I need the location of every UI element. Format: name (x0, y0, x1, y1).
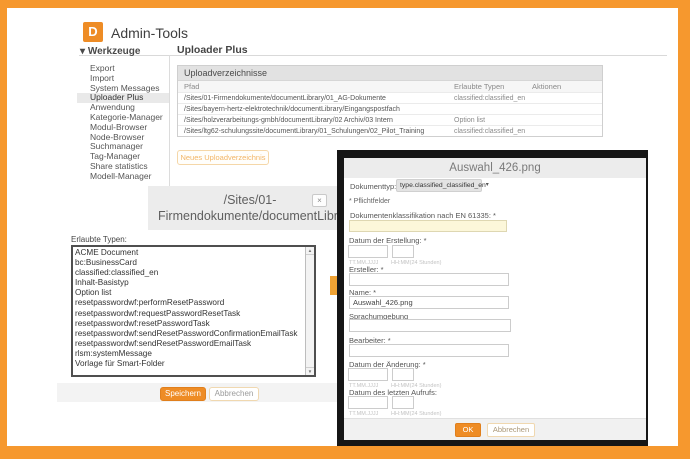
cell-aktionen (526, 115, 602, 125)
modified-time-input[interactable] (392, 368, 414, 381)
type-option[interactable]: classified:classified_en (75, 268, 303, 278)
table-row[interactable]: /Sites/bayern-hertz-elektrotechnik/docum… (178, 103, 602, 114)
cancel-button[interactable]: Abbrechen (487, 423, 535, 437)
date-format-hint: TT.MM.JJJJ (349, 411, 378, 417)
cell-erlaubte-typen (448, 104, 526, 114)
creator-input[interactable] (349, 273, 509, 286)
editor-input[interactable] (349, 344, 509, 357)
cell-erlaubte-typen: classified:classified_en (448, 93, 526, 103)
table-row[interactable]: /Sites/01-Firmendokumente/documentLibrar… (178, 92, 602, 103)
type-option[interactable]: resetpasswordwf:performResetPassword (75, 298, 303, 308)
cell-aktionen (526, 93, 602, 103)
sidebar-section-werkzeuge[interactable]: ▾ Werkzeuge (80, 46, 140, 57)
name-input[interactable] (349, 296, 509, 309)
document-type-label: Dokumenttyp: (350, 182, 396, 191)
dialog-title: Auswahl_426.png (344, 158, 646, 178)
last-access-date-input[interactable] (348, 396, 388, 409)
document-type-value: type.classified_classified_en (400, 180, 486, 191)
classification-input[interactable] (349, 220, 507, 232)
type-option[interactable]: Vorlage für Smart-Folder (75, 359, 303, 369)
app-logo: D (83, 22, 103, 42)
metadata-dialog-backdrop: Auswahl_426.png Dokumenttyp: type.classi… (337, 150, 648, 446)
column-header-pfad: Pfad (178, 81, 448, 92)
creation-date-input[interactable] (348, 245, 388, 258)
classification-label: Dokumentenklassifikation nach EN 61335: … (350, 211, 496, 220)
cell-erlaubte-typen: Option list (448, 115, 526, 125)
close-icon[interactable]: × (312, 194, 327, 207)
cell-erlaubte-typen: classified:classified_en (448, 126, 526, 136)
sidebar-section-label: Werkzeuge (88, 46, 141, 57)
type-option[interactable]: resetpasswordwf:sendResetPasswordConfirm… (75, 329, 303, 339)
type-option[interactable]: Inhalt-Basistyp (75, 278, 303, 288)
type-option[interactable]: ACME Document (75, 248, 303, 258)
creation-date-label: Datum der Erstellung: * (349, 236, 427, 245)
column-header-erlaubte-typen: Erlaubte Typen (448, 81, 526, 92)
column-header-aktionen: Aktionen (526, 81, 602, 92)
admin-tools-page: D Admin-Tools ▾ Werkzeuge Export Import … (7, 8, 678, 446)
chevron-down-icon: ▾ (486, 180, 489, 191)
type-option[interactable]: resetpasswordwf:requestPasswordResetTask (75, 309, 303, 319)
type-option[interactable]: bc:BusinessCard (75, 258, 303, 268)
document-type-select[interactable]: type.classified_classified_en ▾ (396, 179, 482, 192)
app-frame: D Admin-Tools ▾ Werkzeuge Export Import … (0, 0, 690, 459)
cell-aktionen (526, 126, 602, 136)
left-modal-title: /Sites/01-Firmendokumente/documentLibrar… (148, 186, 352, 230)
cancel-button[interactable]: Abbrechen (209, 387, 259, 401)
last-access-time-input[interactable] (392, 396, 414, 409)
sidebar: Export Import System Messages Uploader P… (77, 64, 169, 182)
type-option[interactable]: rlsm:systemMessage (75, 349, 303, 359)
table-header-row: Pfad Erlaubte Typen Aktionen (178, 80, 602, 92)
allowed-types-label: Erlaubte Typen: (71, 235, 127, 244)
ok-button[interactable]: OK (455, 423, 481, 437)
table-row[interactable]: /Sites/ltg62-schulungssite/documentLibra… (178, 125, 602, 136)
time-format-hint: HH:MM(24 Stunden) (391, 260, 441, 266)
time-format-hint: HH:MM(24 Stunden) (391, 411, 441, 417)
allowed-types-listbox[interactable]: ACME Document bc:BusinessCard classified… (71, 245, 316, 377)
table-caption: Uploadverzeichnisse (178, 66, 602, 80)
cell-pfad: /Sites/01-Firmendokumente/documentLibrar… (178, 93, 448, 103)
table-row[interactable]: /Sites/holzverarbeitungs-gmbh/documentLi… (178, 114, 602, 125)
cell-pfad: /Sites/holzverarbeitungs-gmbh/documentLi… (178, 115, 448, 125)
modified-date-input[interactable] (348, 368, 388, 381)
type-option[interactable]: resetpasswordwf:sendResetPasswordEmailTa… (75, 339, 303, 349)
metadata-dialog: Auswahl_426.png Dokumenttyp: type.classi… (344, 158, 646, 440)
sidebar-divider (169, 55, 170, 186)
sidebar-item-modell-manager[interactable]: Modell-Manager (77, 172, 169, 182)
scroll-down-icon[interactable]: ▼ (306, 367, 314, 375)
required-fields-note: * Pflichtfelder (349, 198, 390, 205)
locale-input[interactable] (349, 319, 511, 332)
cell-pfad: /Sites/ltg62-schulungssite/documentLibra… (178, 126, 448, 136)
collapse-arrow-icon: ▾ (80, 46, 85, 57)
upload-directories-table: Uploadverzeichnisse Pfad Erlaubte Typen … (177, 65, 603, 137)
section-heading: Uploader Plus (177, 44, 248, 56)
cell-aktionen (526, 104, 602, 114)
page-title: Admin-Tools (111, 25, 188, 41)
cell-pfad: /Sites/bayern-hertz-elektrotechnik/docum… (178, 104, 448, 114)
save-button[interactable]: Speichern (160, 387, 206, 401)
creation-time-input[interactable] (392, 245, 414, 258)
type-option[interactable]: resetpasswordwf:resetPasswordTask (75, 319, 303, 329)
scroll-up-icon[interactable]: ▲ (306, 247, 314, 255)
listbox-scrollbar[interactable]: ▲ ▼ (305, 247, 314, 375)
type-option[interactable]: Option list (75, 288, 303, 298)
dialog-footer: OK Abbrechen (344, 418, 646, 440)
header-divider (79, 55, 667, 56)
new-upload-directory-button[interactable]: Neues Uploadverzeichnis (177, 150, 269, 165)
